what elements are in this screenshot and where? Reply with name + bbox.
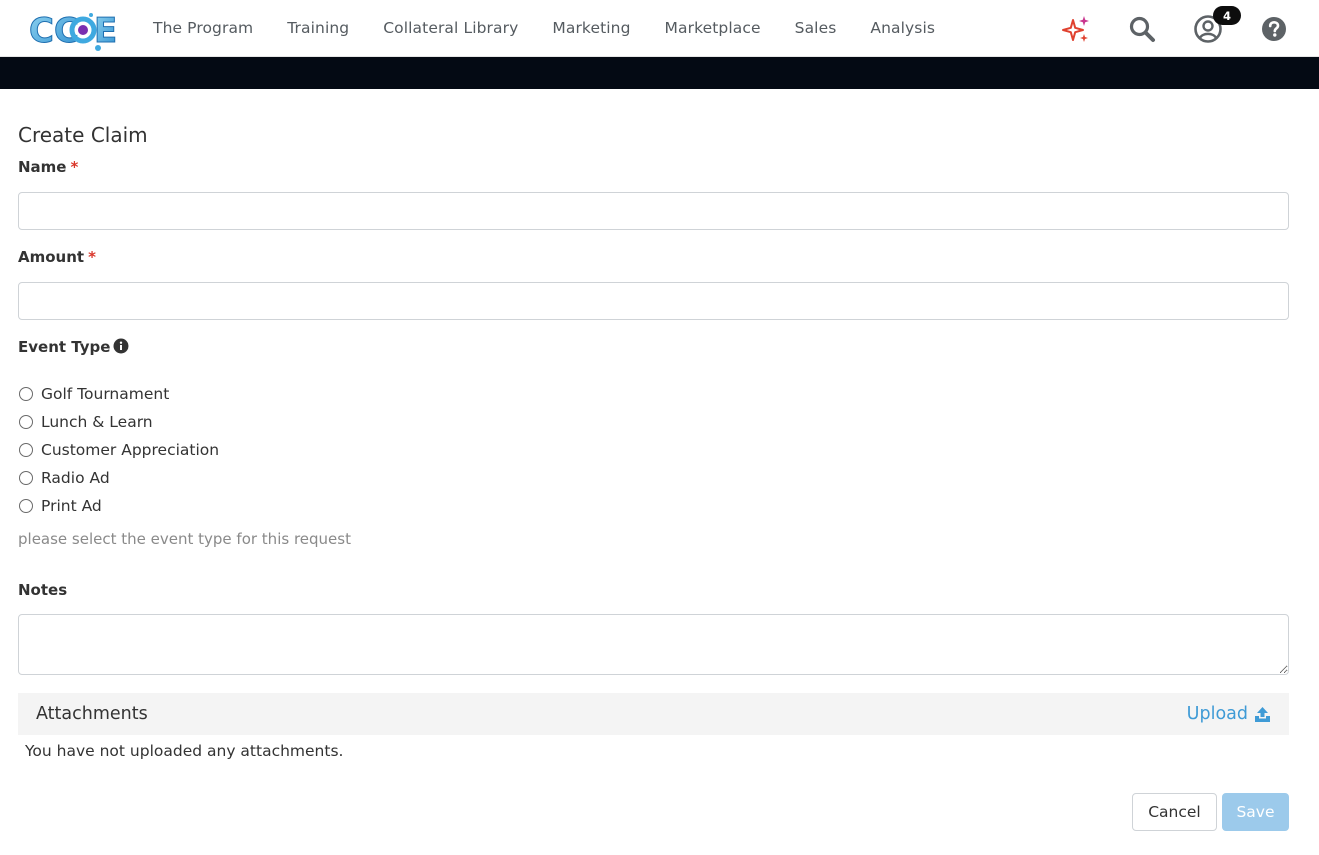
required-mark: * <box>70 158 79 176</box>
upload-label: Upload <box>1186 704 1248 724</box>
amount-label: Amount * <box>18 248 96 266</box>
nav-item-marketing[interactable]: Marketing <box>535 0 647 57</box>
required-mark: * <box>88 248 96 266</box>
radio-label: Radio Ad <box>41 469 110 487</box>
nav-item-marketplace[interactable]: Marketplace <box>648 0 778 57</box>
save-button[interactable]: Save <box>1222 793 1289 831</box>
nav-item-sales[interactable]: Sales <box>778 0 854 57</box>
question-circle-icon[interactable] <box>1257 12 1291 46</box>
cancel-button[interactable]: Cancel <box>1132 793 1217 831</box>
upload-button[interactable]: Upload <box>1187 704 1271 724</box>
radio-button[interactable] <box>19 471 33 485</box>
name-label-text: Name <box>18 158 67 176</box>
no-attachments-text: You have not uploaded any attachments. <box>25 742 344 760</box>
event-type-option-customer-appreciation[interactable]: Customer Appreciation <box>18 440 219 460</box>
notification-count-badge: 4 <box>1213 6 1241 25</box>
svg-text:E: E <box>94 11 117 51</box>
amount-label-text: Amount <box>18 248 85 266</box>
radio-label: Customer Appreciation <box>41 441 220 459</box>
name-input[interactable] <box>18 192 1289 230</box>
radio-button[interactable] <box>19 499 33 513</box>
nav-item-analysis[interactable]: Analysis <box>853 0 952 57</box>
radio-label: Lunch & Learn <box>41 413 153 431</box>
top-navbar: CC E The Program Training Collateral Lib… <box>0 0 1319 57</box>
event-type-option-lunch-learn[interactable]: Lunch & Learn <box>18 412 153 432</box>
ccoe-logo[interactable]: CC E <box>28 9 118 52</box>
event-type-label: Event Type <box>18 338 129 358</box>
sparkles-icon[interactable] <box>1059 12 1093 46</box>
page-title: Create Claim <box>18 123 148 147</box>
notes-textarea[interactable] <box>18 614 1289 675</box>
radio-button[interactable] <box>19 415 33 429</box>
event-type-option-golf-tournament[interactable]: Golf Tournament <box>18 384 169 404</box>
info-icon[interactable] <box>113 338 129 358</box>
radio-label: Golf Tournament <box>41 385 170 403</box>
header-banner <box>0 57 1319 89</box>
radio-button[interactable] <box>19 443 33 457</box>
nav-item-training[interactable]: Training <box>270 0 366 57</box>
radio-button[interactable] <box>19 387 33 401</box>
radio-label: Print Ad <box>41 497 102 515</box>
event-type-option-radio-ad[interactable]: Radio Ad <box>18 468 110 488</box>
notes-label: Notes <box>18 581 68 599</box>
main-nav: The Program Training Collateral Library … <box>136 0 952 57</box>
event-type-option-print-ad[interactable]: Print Ad <box>18 496 102 516</box>
attachments-title: Attachments <box>36 704 148 724</box>
event-type-label-text: Event Type <box>18 338 111 356</box>
amount-input[interactable] <box>18 282 1289 320</box>
nav-item-the-program[interactable]: The Program <box>136 0 270 57</box>
search-icon[interactable] <box>1125 12 1159 46</box>
name-label: Name * <box>18 158 78 176</box>
nav-item-collateral-library[interactable]: Collateral Library <box>366 0 535 57</box>
upload-icon <box>1255 706 1270 722</box>
event-type-help-text: please select the event type for this re… <box>18 530 351 548</box>
attachments-header: Attachments Upload <box>18 693 1289 735</box>
